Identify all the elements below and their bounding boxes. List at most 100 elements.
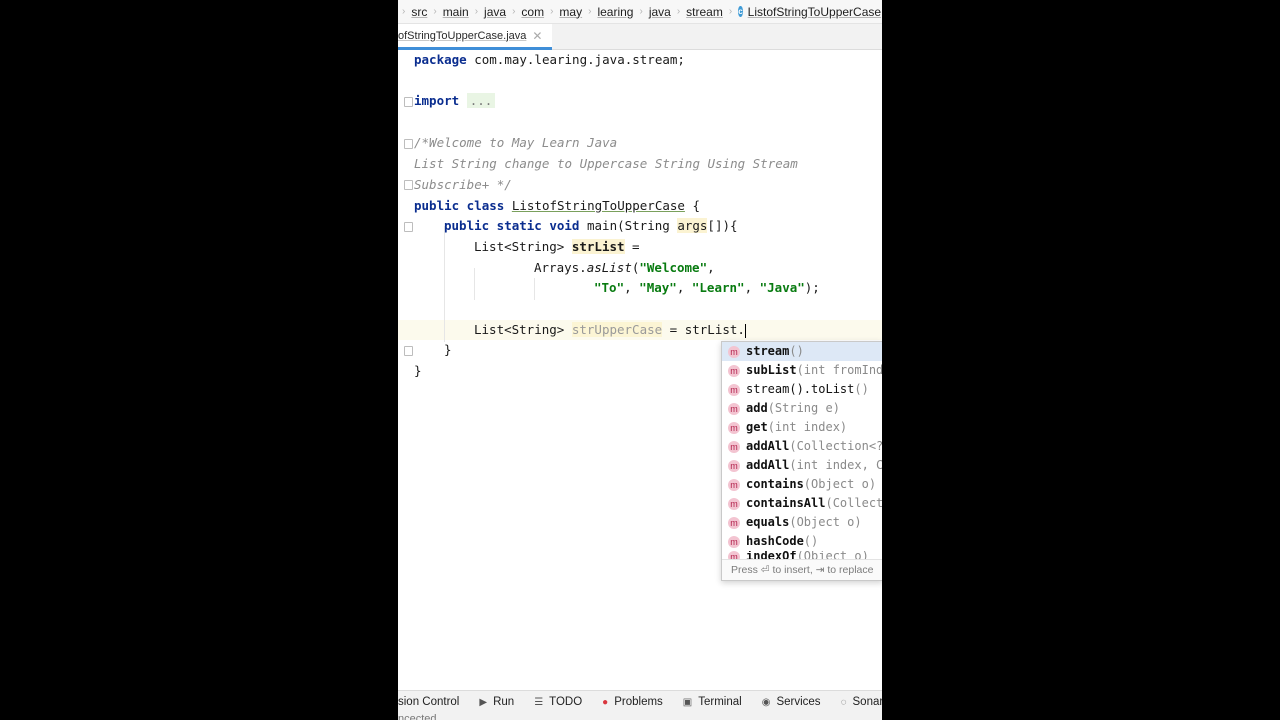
completion-item[interactable]: mcontainsAll(Collection<?> c) (722, 494, 882, 513)
tool-label: Problems (614, 696, 663, 708)
tool-problems[interactable]: ● Problems (602, 696, 663, 708)
string-literal: "Welcome" (639, 260, 708, 275)
code-text: , (707, 260, 715, 275)
completion-item[interactable]: m hashCode() (722, 532, 882, 551)
code-line-package: package com.may.learing.java.stream; (414, 50, 685, 70)
method-icon: m (728, 497, 740, 510)
tool-label: SonarLint (852, 696, 882, 708)
package-name: com.may.learing.java.stream; (466, 52, 685, 67)
completion-item[interactable]: m contains (Object o) (722, 475, 882, 494)
breadcrumb-item-stream[interactable]: stream (684, 5, 725, 19)
fold-icon[interactable] (404, 346, 413, 356)
breadcrumb-item-java2[interactable]: java (647, 5, 673, 19)
chevron-right-icon: › (474, 6, 479, 17)
status-text: ncected (398, 713, 437, 720)
indent-guide (474, 268, 475, 300)
code-line-strings: "To", "May", "Learn", "Java"); (594, 278, 820, 298)
tool-version-control[interactable]: sion Control (398, 696, 459, 708)
keyword: import (414, 93, 460, 108)
chevron-right-icon: › (639, 6, 643, 17)
param-args: args (677, 218, 708, 233)
completion-item[interactable]: m equals (Object o) (722, 513, 882, 532)
ide-window: › src › main › java › com › may › learin… (398, 0, 882, 720)
code-line-class: public class ListofStringToUpperCase { (414, 196, 700, 216)
breadcrumb-item-main[interactable]: main (441, 5, 471, 19)
list-icon: ☰ (534, 696, 544, 708)
method-icon: m (728, 516, 740, 529)
chevron-right-icon: › (588, 6, 592, 17)
tool-run[interactable]: ▶ Run (479, 696, 514, 708)
code-text: { (684, 198, 700, 213)
breadcrumb: › src › main › java › com › may › learin… (398, 0, 882, 24)
breadcrumb-item-src[interactable]: src (409, 5, 429, 19)
completion-item[interactable]: m add (String e) (722, 399, 882, 418)
string-literal: "Learn" (691, 280, 745, 295)
tab-label: ofStringToUpperCase.java (398, 29, 527, 42)
chevron-right-icon: › (512, 6, 516, 17)
chevron-right-icon: › (728, 6, 733, 17)
code-completion-popup[interactable]: mstream() msubList(int fromIndex, int to… (721, 341, 882, 581)
string-literal: "To" (594, 280, 625, 295)
breadcrumb-item-may[interactable]: may (557, 5, 584, 19)
breadcrumb-item-java[interactable]: java (482, 5, 508, 19)
folded-imports[interactable]: ... (466, 93, 496, 108)
indent-guide (534, 278, 535, 300)
code-text: Arrays. (534, 260, 587, 275)
code-text: ); (804, 280, 820, 295)
completion-hint: Press ⏎ to insert, ⇥ to replace (722, 559, 882, 580)
completion-item[interactable]: maddAll(Collection<? extends String> c) (722, 437, 882, 456)
status-bar: ncected (398, 712, 882, 720)
tool-todo[interactable]: ☰ TODO (534, 696, 582, 708)
code-line-aslist: Arrays.asList("Welcome", (534, 258, 715, 278)
chevron-right-icon: › (433, 6, 437, 17)
code-text: []){ (707, 218, 738, 233)
tool-services[interactable]: ◉ Services (762, 696, 821, 708)
method-icon: m (728, 535, 740, 548)
code-text: main(String (579, 218, 678, 233)
completion-item[interactable]: maddAll(int index, Collection c) (722, 456, 882, 475)
close-icon[interactable]: ✕ (532, 29, 542, 43)
completion-item[interactable]: m get (int index) (722, 418, 882, 437)
tool-label: sion Control (398, 696, 460, 708)
type-name: List<String> (474, 322, 572, 337)
code-comment-line: List String change to Uppercase String U… (414, 156, 798, 171)
completion-item[interactable]: m stream().toList() (722, 380, 882, 399)
chevron-right-icon: › (676, 6, 681, 17)
breadcrumb-item-class[interactable]: ListofStringToUpperCase (746, 5, 882, 19)
method-icon: m (728, 459, 740, 472)
completion-item[interactable]: msubList(int fromIndex, int toIndex) (722, 361, 882, 380)
chevron-right-icon: › (402, 6, 406, 17)
code-text: = strList. (662, 322, 745, 337)
class-name: ListofStringToUpperCase (511, 198, 685, 213)
code-text: = (624, 239, 640, 254)
completion-item[interactable]: m stream() (722, 342, 882, 361)
method-icon: m (728, 421, 740, 434)
terminal-icon: ▣ (682, 696, 693, 708)
code-text: , (744, 280, 760, 295)
method-icon: m (728, 364, 740, 377)
keyword: public class (414, 198, 505, 213)
method-icon: m (728, 402, 740, 415)
tool-terminal[interactable]: ▣ Terminal (683, 696, 742, 708)
fold-icon[interactable] (404, 97, 413, 107)
fold-icon[interactable] (404, 180, 413, 190)
tab-listofstringtouppercase[interactable]: ofStringToUpperCase.java ✕ (398, 24, 553, 50)
code-line-strlist: List<String> strList = (474, 237, 640, 257)
fold-icon[interactable] (404, 139, 413, 149)
services-icon: ◉ (761, 696, 771, 708)
code-comment-line: /*Welcome to May Learn Java (414, 135, 618, 150)
type-name: List<String> (474, 239, 572, 254)
code-line-main: public static void main(String args[]){ (444, 216, 738, 236)
tool-sonarlint[interactable]: ◌ SonarLint (841, 696, 882, 708)
code-editor[interactable]: package com.may.learing.java.stream; imp… (398, 50, 882, 686)
breadcrumb-item-com[interactable]: com (519, 5, 546, 19)
string-literal: "May" (639, 280, 677, 295)
indent-guide (444, 226, 445, 342)
breadcrumb-item-learing[interactable]: learing (595, 5, 635, 19)
error-icon: ● (602, 696, 609, 708)
code-line-close-class: } (414, 363, 422, 378)
variable-strlist: strList (571, 239, 625, 254)
fold-icon[interactable] (404, 222, 413, 232)
keyword: public static void (444, 218, 580, 233)
string-literal: "Java" (759, 280, 805, 295)
